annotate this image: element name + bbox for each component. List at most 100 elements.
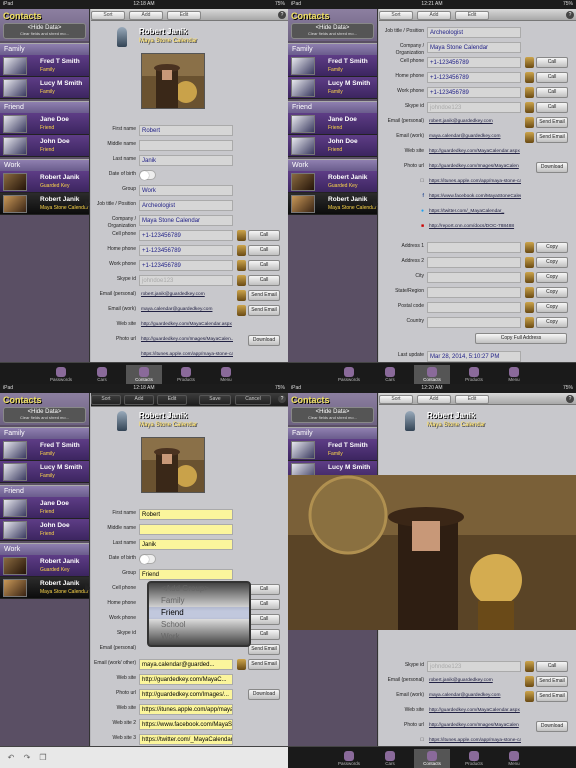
group-header-family[interactable]: Family — [0, 43, 89, 55]
tab-passwords[interactable]: Passwords — [43, 365, 79, 384]
picker-option-selected[interactable]: Friend — [149, 607, 249, 619]
lock-icon[interactable] — [525, 132, 534, 143]
photo-url-link[interactable]: http://guardedkey.com/Images/MayaCalen..… — [139, 335, 233, 346]
copy-full-address-button[interactable]: Copy Full Address — [475, 333, 567, 344]
photo-url-input[interactable]: http://guardedkey.com/Images/... — [139, 689, 233, 700]
list-item[interactable]: Fred T Smith Family — [288, 439, 377, 461]
email-work-link[interactable]: maya.calendar@guardedkey.com — [427, 691, 521, 702]
lock-icon[interactable] — [525, 102, 534, 113]
tab-contacts[interactable]: Contacts — [126, 365, 162, 384]
list-item[interactable]: Lucy M Smith Family — [288, 77, 377, 99]
tab-menu[interactable]: Menu — [208, 365, 244, 384]
photo-url-link[interactable]: http://guardedkey.com/Images/MayaCalen — [427, 162, 521, 173]
group-header-work[interactable]: Work — [288, 159, 377, 171]
call-button[interactable]: Call — [536, 87, 568, 98]
email-personal-link[interactable]: robert.janik@guardedkey.com — [427, 676, 521, 687]
facebook-link[interactable]: https://www.facebook.com/MayaStoneCalend… — [427, 192, 521, 203]
send-email-button[interactable]: Send Email — [248, 644, 280, 655]
tab-products[interactable]: Products — [456, 749, 492, 768]
lock-icon[interactable] — [525, 287, 534, 298]
group-header-friend[interactable]: Friend — [0, 101, 89, 113]
email-personal-link[interactable]: robert.janik@guardedkey.com — [427, 117, 521, 128]
list-item[interactable]: John Doe Friend — [288, 135, 377, 157]
contact-photo[interactable] — [141, 437, 205, 493]
tab-products[interactable]: Products — [168, 365, 204, 384]
call-button[interactable]: Call — [248, 584, 280, 595]
picker-option[interactable]: <Add Group> — [149, 583, 249, 595]
lock-icon[interactable] — [237, 659, 246, 670]
tab-cars[interactable]: Cars — [372, 365, 408, 384]
copy-button[interactable]: Copy — [536, 242, 568, 253]
copy-button[interactable]: Copy — [536, 257, 568, 268]
tab-menu[interactable]: Menu — [496, 749, 532, 768]
group-header-family[interactable]: Family — [0, 427, 89, 439]
list-item[interactable]: Jane Doe Friend — [0, 497, 89, 519]
add-button[interactable]: Add — [129, 11, 163, 20]
list-item[interactable]: Jane Doe Friend — [0, 113, 89, 135]
sort-button[interactable]: Sort — [91, 11, 125, 20]
tab-products[interactable]: Products — [456, 365, 492, 384]
website-link[interactable]: http://guardedkey.com/MayaCalendar.aspx — [139, 320, 233, 331]
sort-button[interactable]: Sort — [91, 395, 121, 405]
lock-icon[interactable] — [525, 676, 534, 687]
app-url-link[interactable]: https://itunes.apple.com/app/maya-stone-… — [139, 350, 233, 361]
send-email-button[interactable]: Send Email — [248, 305, 280, 316]
group-header-family[interactable]: Family — [288, 43, 377, 55]
list-item-selected[interactable]: Robert Janik Maya Stone Calendar — [0, 577, 90, 599]
edit-button[interactable]: Edit — [167, 11, 201, 20]
send-email-button[interactable]: Send Email — [536, 676, 568, 687]
lock-icon[interactable] — [525, 117, 534, 128]
send-email-button[interactable]: Send Email — [248, 659, 280, 670]
tab-contacts[interactable]: Contacts — [414, 365, 450, 384]
hide-data-button[interactable]: <Hide Data> Clear fields and shred mo... — [3, 407, 86, 423]
lock-icon[interactable] — [525, 72, 534, 83]
add-button[interactable]: Add — [417, 395, 451, 404]
call-button[interactable]: Call — [536, 72, 568, 83]
website-1-input[interactable]: https://itunes.apple.com/app/maya-stone-… — [139, 704, 233, 715]
send-email-button[interactable]: Send Email — [536, 117, 568, 128]
first-name-input[interactable]: Robert — [139, 509, 233, 520]
list-item[interactable]: Robert Janik Guarded Key — [288, 171, 377, 193]
send-email-button[interactable]: Send Email — [536, 132, 568, 143]
paste-icon[interactable]: ❐ — [36, 749, 50, 768]
group-header-friend[interactable]: Friend — [0, 485, 89, 497]
lock-icon[interactable] — [525, 57, 534, 68]
download-button[interactable]: Download — [248, 335, 280, 346]
hide-data-button[interactable]: <Hide Data> Clear fields and shred mo... — [291, 407, 374, 423]
website-input[interactable]: http://guardedkey.com/MayaC... — [139, 674, 233, 685]
picker-option[interactable]: Work — [149, 631, 249, 643]
hide-data-button[interactable]: <Hide Data> Clear fields and shred mo... — [291, 23, 374, 39]
tab-cars[interactable]: Cars — [84, 365, 120, 384]
add-button[interactable]: Add — [417, 11, 451, 20]
send-email-button[interactable]: Send Email — [248, 290, 280, 301]
group-picker[interactable]: <Add Group> Family Friend School Work — [147, 581, 251, 647]
save-button[interactable]: Save — [199, 395, 231, 405]
last-name-input[interactable]: Janik — [139, 539, 233, 550]
download-button[interactable]: Download — [248, 689, 280, 700]
expanded-photo[interactable] — [288, 475, 576, 630]
lock-icon[interactable] — [525, 242, 534, 253]
list-item[interactable]: Lucy M Smith Family — [0, 77, 89, 99]
sort-button[interactable]: Sort — [379, 395, 413, 404]
website-2-input[interactable]: https://www.facebook.com/MayaStoneCalend… — [139, 719, 233, 730]
help-icon[interactable]: ? — [278, 11, 286, 19]
list-item-selected[interactable]: Robert Janik Maya Stone Calendar — [0, 193, 90, 215]
tab-passwords[interactable]: Passwords — [331, 365, 367, 384]
email-work-input[interactable]: maya.calendar@guarded... — [139, 659, 233, 670]
lock-icon[interactable] — [237, 230, 246, 241]
list-item[interactable]: John Doe Friend — [0, 135, 89, 157]
group-header-friend[interactable]: Friend — [288, 101, 377, 113]
lock-icon[interactable] — [237, 305, 246, 316]
website-3-input[interactable]: https://twitter.com/_MayaCalendar_ — [139, 734, 233, 745]
call-button[interactable]: Call — [248, 629, 280, 640]
copy-button[interactable]: Copy — [536, 287, 568, 298]
lock-icon[interactable] — [237, 275, 246, 286]
lock-icon[interactable] — [525, 317, 534, 328]
middle-name-input[interactable] — [139, 524, 233, 535]
call-button[interactable]: Call — [248, 614, 280, 625]
picker-option[interactable]: School — [149, 619, 249, 631]
tab-contacts[interactable]: Contacts — [414, 749, 450, 768]
lock-icon[interactable] — [237, 260, 246, 271]
list-item[interactable]: Fred T Smith Family — [0, 55, 89, 77]
cancel-button[interactable]: Cancel — [235, 395, 271, 405]
